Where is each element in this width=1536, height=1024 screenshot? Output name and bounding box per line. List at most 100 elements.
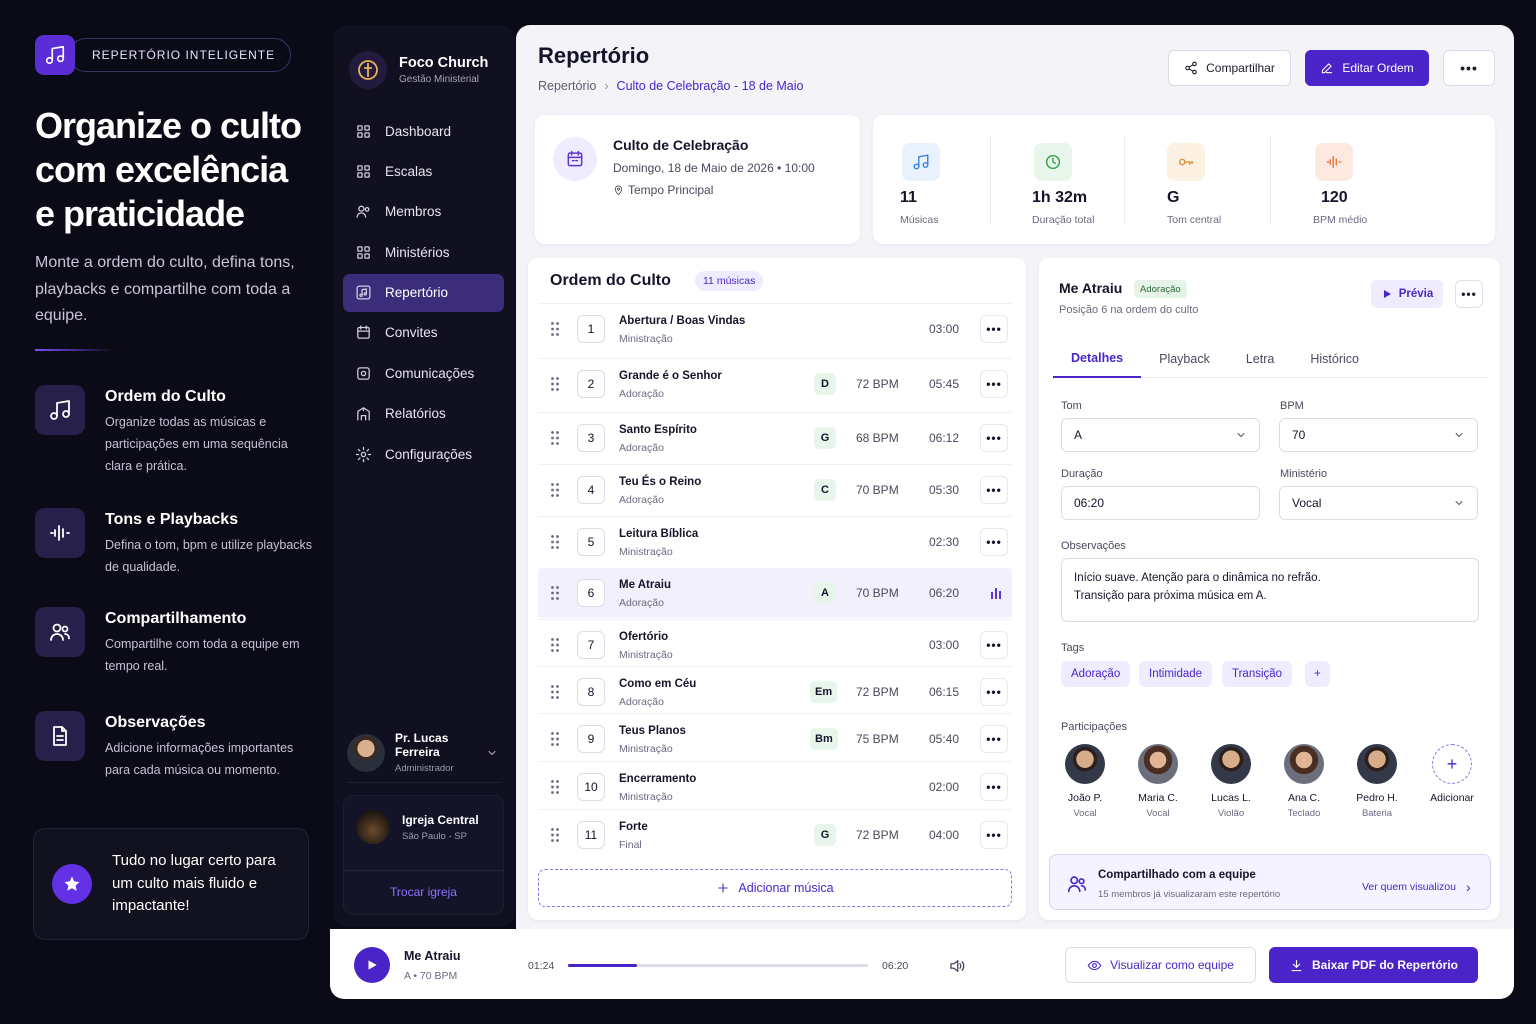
sidebar-item-comunicacoes[interactable]: Comunicações (343, 354, 504, 392)
song-row[interactable]: 1 Abertura / Boas Vindas Ministração 03:00 •… (538, 303, 1012, 353)
add-participant-button[interactable]: + Adicionar (1422, 744, 1482, 804)
building-icon (357, 407, 370, 421)
participant[interactable]: Maria C. Vocal (1128, 744, 1188, 819)
tag-chip[interactable]: Adoração (1061, 661, 1131, 687)
row-more-button[interactable]: ••• (980, 314, 1008, 343)
drag-handle-icon[interactable] (551, 827, 559, 842)
share-button[interactable]: Compartilhar (1168, 50, 1291, 86)
drag-handle-icon[interactable] (551, 779, 559, 794)
stat-value: G (1167, 189, 1180, 206)
bpm-select[interactable]: 70 (1279, 418, 1478, 452)
sidebar-item-escalas[interactable]: Escalas (343, 152, 504, 190)
eye-icon (1087, 960, 1102, 970)
song-row[interactable]: 3 Santo Espírito Adoração G 68 BPM 06:12 ••• (538, 412, 1012, 462)
song-duration: 05:40 (929, 731, 960, 746)
observations-textarea[interactable]: Início suave. Atenção para o dinâmica no… (1061, 558, 1479, 622)
tab-detalhes[interactable]: Detalhes (1053, 340, 1142, 378)
breadcrumb-root[interactable]: Repertório (538, 79, 596, 93)
add-tag-button[interactable]: + (1305, 661, 1330, 687)
row-more-button[interactable]: ••• (980, 423, 1008, 452)
tab-playback[interactable]: Playback (1141, 340, 1228, 378)
avatar (347, 733, 385, 772)
tab-historico[interactable]: Histórico (1292, 340, 1377, 378)
row-more-button[interactable]: ••• (980, 724, 1008, 753)
detail-more-button[interactable]: ••• (1455, 280, 1483, 308)
tag-chip[interactable]: Transição (1222, 661, 1293, 687)
song-bpm: 75 BPM (856, 731, 899, 746)
song-row[interactable]: 9 Teus Planos Ministração Bm 75 BPM 05:40 ••• (538, 713, 1012, 763)
drag-handle-icon[interactable] (551, 637, 559, 652)
row-more-button[interactable]: ••• (980, 527, 1008, 556)
avatar (1138, 744, 1178, 784)
tom-select[interactable]: A (1061, 418, 1260, 452)
chevron-down-icon (488, 750, 496, 755)
drag-handle-icon[interactable] (551, 731, 559, 746)
song-row[interactable]: 7 Ofertório Ministração 03:00 ••• (538, 619, 1012, 669)
song-row[interactable]: 6 Me Atraiu Adoração A 70 BPM 06:20 (538, 568, 1012, 618)
drag-handle-icon[interactable] (551, 482, 559, 497)
obs-line: Início suave. Atenção para o dinâmica no… (1074, 572, 1321, 584)
sidebar-item-ministerios[interactable]: Ministérios (343, 233, 504, 271)
drag-handle-icon[interactable] (551, 430, 559, 445)
chevron-right-icon: › (1465, 879, 1471, 895)
feature-title: Observações (105, 714, 206, 731)
add-song-button[interactable]: Adicionar música (538, 869, 1012, 907)
play-button[interactable] (354, 947, 390, 983)
switch-church-link[interactable]: Trocar igreja (344, 870, 503, 899)
preview-button[interactable]: Prévia (1371, 280, 1443, 308)
more-options-button[interactable]: ••• (1443, 50, 1495, 86)
download-pdf-button[interactable]: Baixar PDF do Repertório (1269, 947, 1478, 983)
sidebar-item-label: Configurações (385, 446, 473, 462)
sidebar-item-relatorios[interactable]: Relatórios (343, 395, 504, 433)
ministerio-select[interactable]: Vocal (1279, 486, 1478, 520)
drag-handle-icon[interactable] (551, 534, 559, 549)
user-role: Administrador (395, 763, 454, 774)
participant[interactable]: Ana C. Teclado (1274, 744, 1334, 819)
player-progress-bar[interactable] (568, 964, 868, 967)
drag-handle-icon[interactable] (551, 376, 559, 391)
song-row[interactable]: 10 Encerramento Ministração 02:00 ••• (538, 761, 1012, 811)
sidebar-item-repertorio[interactable]: Repertório (343, 273, 504, 312)
avatar (1211, 744, 1251, 784)
sidebar-item-configuracoes[interactable]: Configurações (343, 435, 504, 473)
edit-order-button[interactable]: Editar Ordem (1305, 50, 1429, 86)
participant[interactable]: João P. Vocal (1055, 744, 1115, 819)
feature-desc: Compartilhe com toda a equipe em tempo r… (105, 637, 300, 673)
row-more-button[interactable]: ••• (980, 475, 1008, 504)
participant[interactable]: Lucas L. Violão (1201, 744, 1261, 819)
view-as-team-button[interactable]: Visualizar como equipe (1065, 947, 1256, 983)
brand[interactable]: Foco Church Gestão Ministerial (349, 51, 488, 89)
song-row[interactable]: 11 Forte Final G 72 BPM 04:00 ••• (538, 809, 1012, 859)
song-duration: 02:30 (929, 534, 960, 549)
accent-divider (35, 349, 115, 351)
row-more-button[interactable]: ••• (980, 630, 1008, 659)
plus-icon: + (1432, 744, 1472, 784)
user-menu[interactable]: Pr. Lucas Ferreira Administrador (347, 723, 502, 783)
row-more-button[interactable]: ••• (980, 820, 1008, 849)
add-participant-label: Adicionar (1430, 792, 1474, 804)
sidebar-item-dashboard[interactable]: Dashboard (343, 112, 504, 150)
song-row[interactable]: 8 Como em Céu Adoração Em 72 BPM 06:15 ••• (538, 666, 1012, 716)
participant[interactable]: Pedro H. Bateria (1347, 744, 1407, 819)
drag-handle-icon[interactable] (551, 684, 559, 699)
breadcrumb: Repertório › Culto de Celebração - 18 de… (538, 79, 803, 93)
tab-letra[interactable]: Letra (1228, 340, 1293, 378)
song-row[interactable]: 4 Teu És o Reino Adoração C 70 BPM 05:30 ••• (538, 464, 1012, 514)
sidebar-item-membros[interactable]: Membros (343, 193, 504, 231)
view-viewers-link[interactable]: Ver quem visualizou › (1362, 879, 1471, 895)
row-more-button[interactable]: ••• (980, 369, 1008, 398)
feature-item: Compartilhamento Compartilhe com toda a e… (35, 607, 315, 677)
tag-chip[interactable]: Intimidade (1139, 661, 1213, 687)
sidebar-item-convites[interactable]: Convites (343, 314, 504, 352)
bpm-value: 70 (1292, 428, 1306, 442)
drag-handle-icon[interactable] (551, 586, 559, 600)
row-more-button[interactable]: ••• (980, 677, 1008, 706)
volume-icon[interactable] (948, 957, 966, 975)
drag-handle-icon[interactable] (551, 321, 559, 336)
song-row[interactable]: 5 Leitura Bíblica Ministração 02:30 ••• (538, 516, 1012, 566)
event-date: Domingo, 18 de Maio de 2026 • 10:00 (613, 161, 815, 175)
duracao-input[interactable]: 06:20 (1061, 486, 1260, 520)
song-row[interactable]: 2 Grande é o Senhor Adoração D 72 BPM 05:45 ••… (538, 358, 1012, 408)
row-more-button[interactable]: ••• (980, 772, 1008, 801)
bpm-label: BPM (1280, 400, 1304, 412)
